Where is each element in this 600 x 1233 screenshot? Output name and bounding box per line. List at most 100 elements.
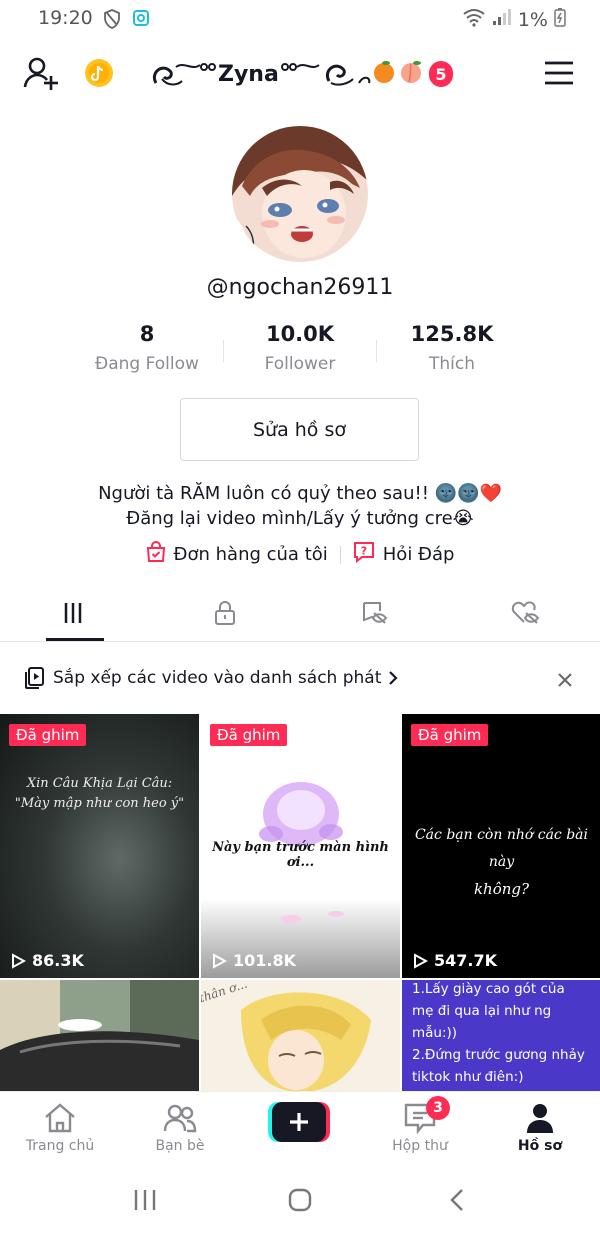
caption-line: Các bạn còn nhớ các bài này (414, 827, 589, 870)
pinned-badge: Đã ghim (210, 724, 288, 746)
nickname-text: Zyna (218, 61, 279, 87)
signal-icon (492, 8, 512, 31)
tab-reposts[interactable] (300, 594, 450, 641)
battery-percent: 1% (517, 8, 548, 31)
peach-emoji-icon (397, 58, 425, 90)
battery-icon (554, 7, 566, 32)
nav-home[interactable]: Trang chủ (0, 1102, 120, 1154)
view-count: 86.3K (10, 951, 84, 970)
status-time: 19:20 (38, 7, 93, 29)
playlist-banner-text: Sắp xếp các video vào danh sách phát (53, 668, 382, 688)
create-button[interactable] (268, 1102, 330, 1142)
video-thumbnail[interactable]: Đã ghim Xin Câu Khịa Lại Câu: "Mày mập n… (0, 714, 199, 978)
video-caption: Xin Câu Khịa Lại Câu: "Mày mập như con h… (0, 774, 199, 814)
bio-line-2: Đăng lại video mình/Lấy ý tưởng cre😭 (126, 508, 474, 529)
nav-profile[interactable]: Hồ sơ (480, 1102, 600, 1154)
question-bubble-icon: ? (353, 541, 375, 568)
add-friend-icon[interactable] (23, 56, 59, 96)
home-icon (45, 1103, 75, 1133)
edit-profile-button[interactable]: Sửa hồ sơ (180, 398, 419, 461)
chevron-right-icon (388, 670, 398, 686)
following-count: 8 (139, 322, 155, 346)
anime-art (201, 980, 400, 1091)
playlist-banner[interactable]: Sắp xếp các video vào danh sách phát (0, 650, 600, 706)
tab-liked[interactable] (450, 594, 600, 641)
playlist-icon (24, 667, 44, 689)
active-tab-indicator (46, 638, 104, 641)
caption-line: Xin Câu Khịa Lại Câu: (26, 776, 173, 791)
video-thumbnail[interactable]: Đã ghim Này bạn trước màn hình ơi... 101… (201, 714, 400, 978)
video-thumbnail[interactable]: Đã ghim Các bạn còn nhớ các bài này khôn… (402, 714, 600, 978)
decoration-swirl-right-icon (279, 53, 371, 95)
profile-bio: Người tà RĂM luôn có quỷ theo sau!! 🌚🌚❤️… (0, 481, 600, 531)
tab-videos[interactable] (0, 594, 150, 641)
menu-icon[interactable] (544, 60, 574, 90)
close-icon[interactable] (558, 668, 572, 692)
tab-private[interactable] (150, 594, 300, 641)
car-photo (0, 980, 199, 1091)
bio-line-1: Người tà RĂM luôn có quỷ theo sau!! 🌚🌚❤️ (98, 483, 502, 504)
profile-links: Đơn hàng của tôi ? Hỏi Đáp (0, 541, 600, 568)
plus-icon (268, 1102, 330, 1142)
link-divider (339, 545, 341, 564)
friends-icon (163, 1104, 197, 1133)
caption-line: không? (473, 880, 530, 898)
likes-stat[interactable]: 125.8K Thích (372, 322, 532, 374)
view-count-text: 86.3K (32, 951, 84, 970)
grid-icon (62, 600, 88, 630)
profile-top-bar: Zyna 5 (0, 46, 600, 102)
nav-friends[interactable]: Bạn bè (120, 1102, 240, 1154)
play-icon (213, 952, 227, 969)
shield-icon (103, 9, 121, 33)
decoration-swirl-icon (148, 53, 218, 95)
play-icon (12, 952, 26, 969)
orange-emoji-icon (371, 58, 397, 90)
notification-badge: 5 (428, 61, 453, 87)
nav-inbox[interactable]: Hộp thư 3 (360, 1096, 480, 1154)
follower-label: Follower (264, 354, 336, 374)
profile-icon (527, 1104, 553, 1133)
svg-text:?: ? (361, 545, 367, 558)
home-system-icon[interactable] (288, 1188, 312, 1216)
video-grid: Đã ghim Xin Câu Khịa Lại Câu: "Mày mập n… (0, 714, 600, 1091)
nav-home-label: Trang chủ (25, 1138, 95, 1154)
caption-line: "Mày mập như con heo ý" (14, 796, 185, 811)
wifi-icon (462, 7, 486, 32)
lock-icon (212, 600, 238, 630)
profile-nickname[interactable]: Zyna 5 (148, 56, 453, 92)
caption-line: Này bạn trước màn hình ơi... (212, 840, 389, 870)
caption-line: tiktok như điên:) (412, 1069, 524, 1085)
coin-icon[interactable] (84, 58, 114, 92)
video-caption: 1.Lấy giày cao gót của mẹ đi qua lại như… (412, 980, 585, 1088)
profile-username: @ngochan26911 (206, 275, 394, 300)
qa-link[interactable]: ? Hỏi Đáp (353, 541, 455, 568)
qa-label: Hỏi Đáp (382, 544, 455, 565)
nav-profile-label: Hồ sơ (517, 1138, 563, 1154)
pinned-badge: Đã ghim (411, 724, 489, 746)
recent-apps-icon[interactable] (133, 1188, 157, 1216)
back-icon[interactable] (447, 1188, 467, 1216)
follower-count: 10.0K (265, 322, 335, 346)
caption-line: mẫu:)) (412, 1025, 458, 1041)
video-thumbnail[interactable]: thân ơ... (201, 980, 400, 1091)
profile-avatar[interactable] (232, 126, 368, 262)
orders-label: Đơn hàng của tôi (173, 544, 328, 565)
status-right: 1% (462, 7, 566, 32)
following-label: Đang Follow (95, 354, 199, 374)
inbox-badge: 3 (426, 1096, 450, 1120)
nav-inbox-label: Hộp thư (392, 1138, 448, 1154)
caption-line: 2.Đứng trước gương nhảy (412, 1047, 585, 1063)
hidden-heart-icon (510, 600, 540, 630)
view-count-text: 101.8K (233, 951, 297, 970)
status-bar: 19:20 1% (0, 0, 600, 38)
follower-stat[interactable]: 10.0K Follower (220, 322, 380, 374)
view-count-text: 547.7K (434, 951, 498, 970)
likes-count: 125.8K (410, 322, 494, 346)
view-count: 101.8K (211, 951, 296, 970)
bottom-nav: Trang chủ Bạn bè Hộp thư 3 Hồ sơ (0, 1091, 600, 1167)
video-thumbnail[interactable] (0, 980, 199, 1091)
following-stat[interactable]: 8 Đang Follow (67, 322, 227, 374)
video-thumbnail[interactable]: 1.Lấy giày cao gót của mẹ đi qua lại như… (402, 980, 600, 1091)
system-nav-bar (0, 1167, 600, 1233)
orders-link[interactable]: Đơn hàng của tôi (146, 541, 328, 568)
